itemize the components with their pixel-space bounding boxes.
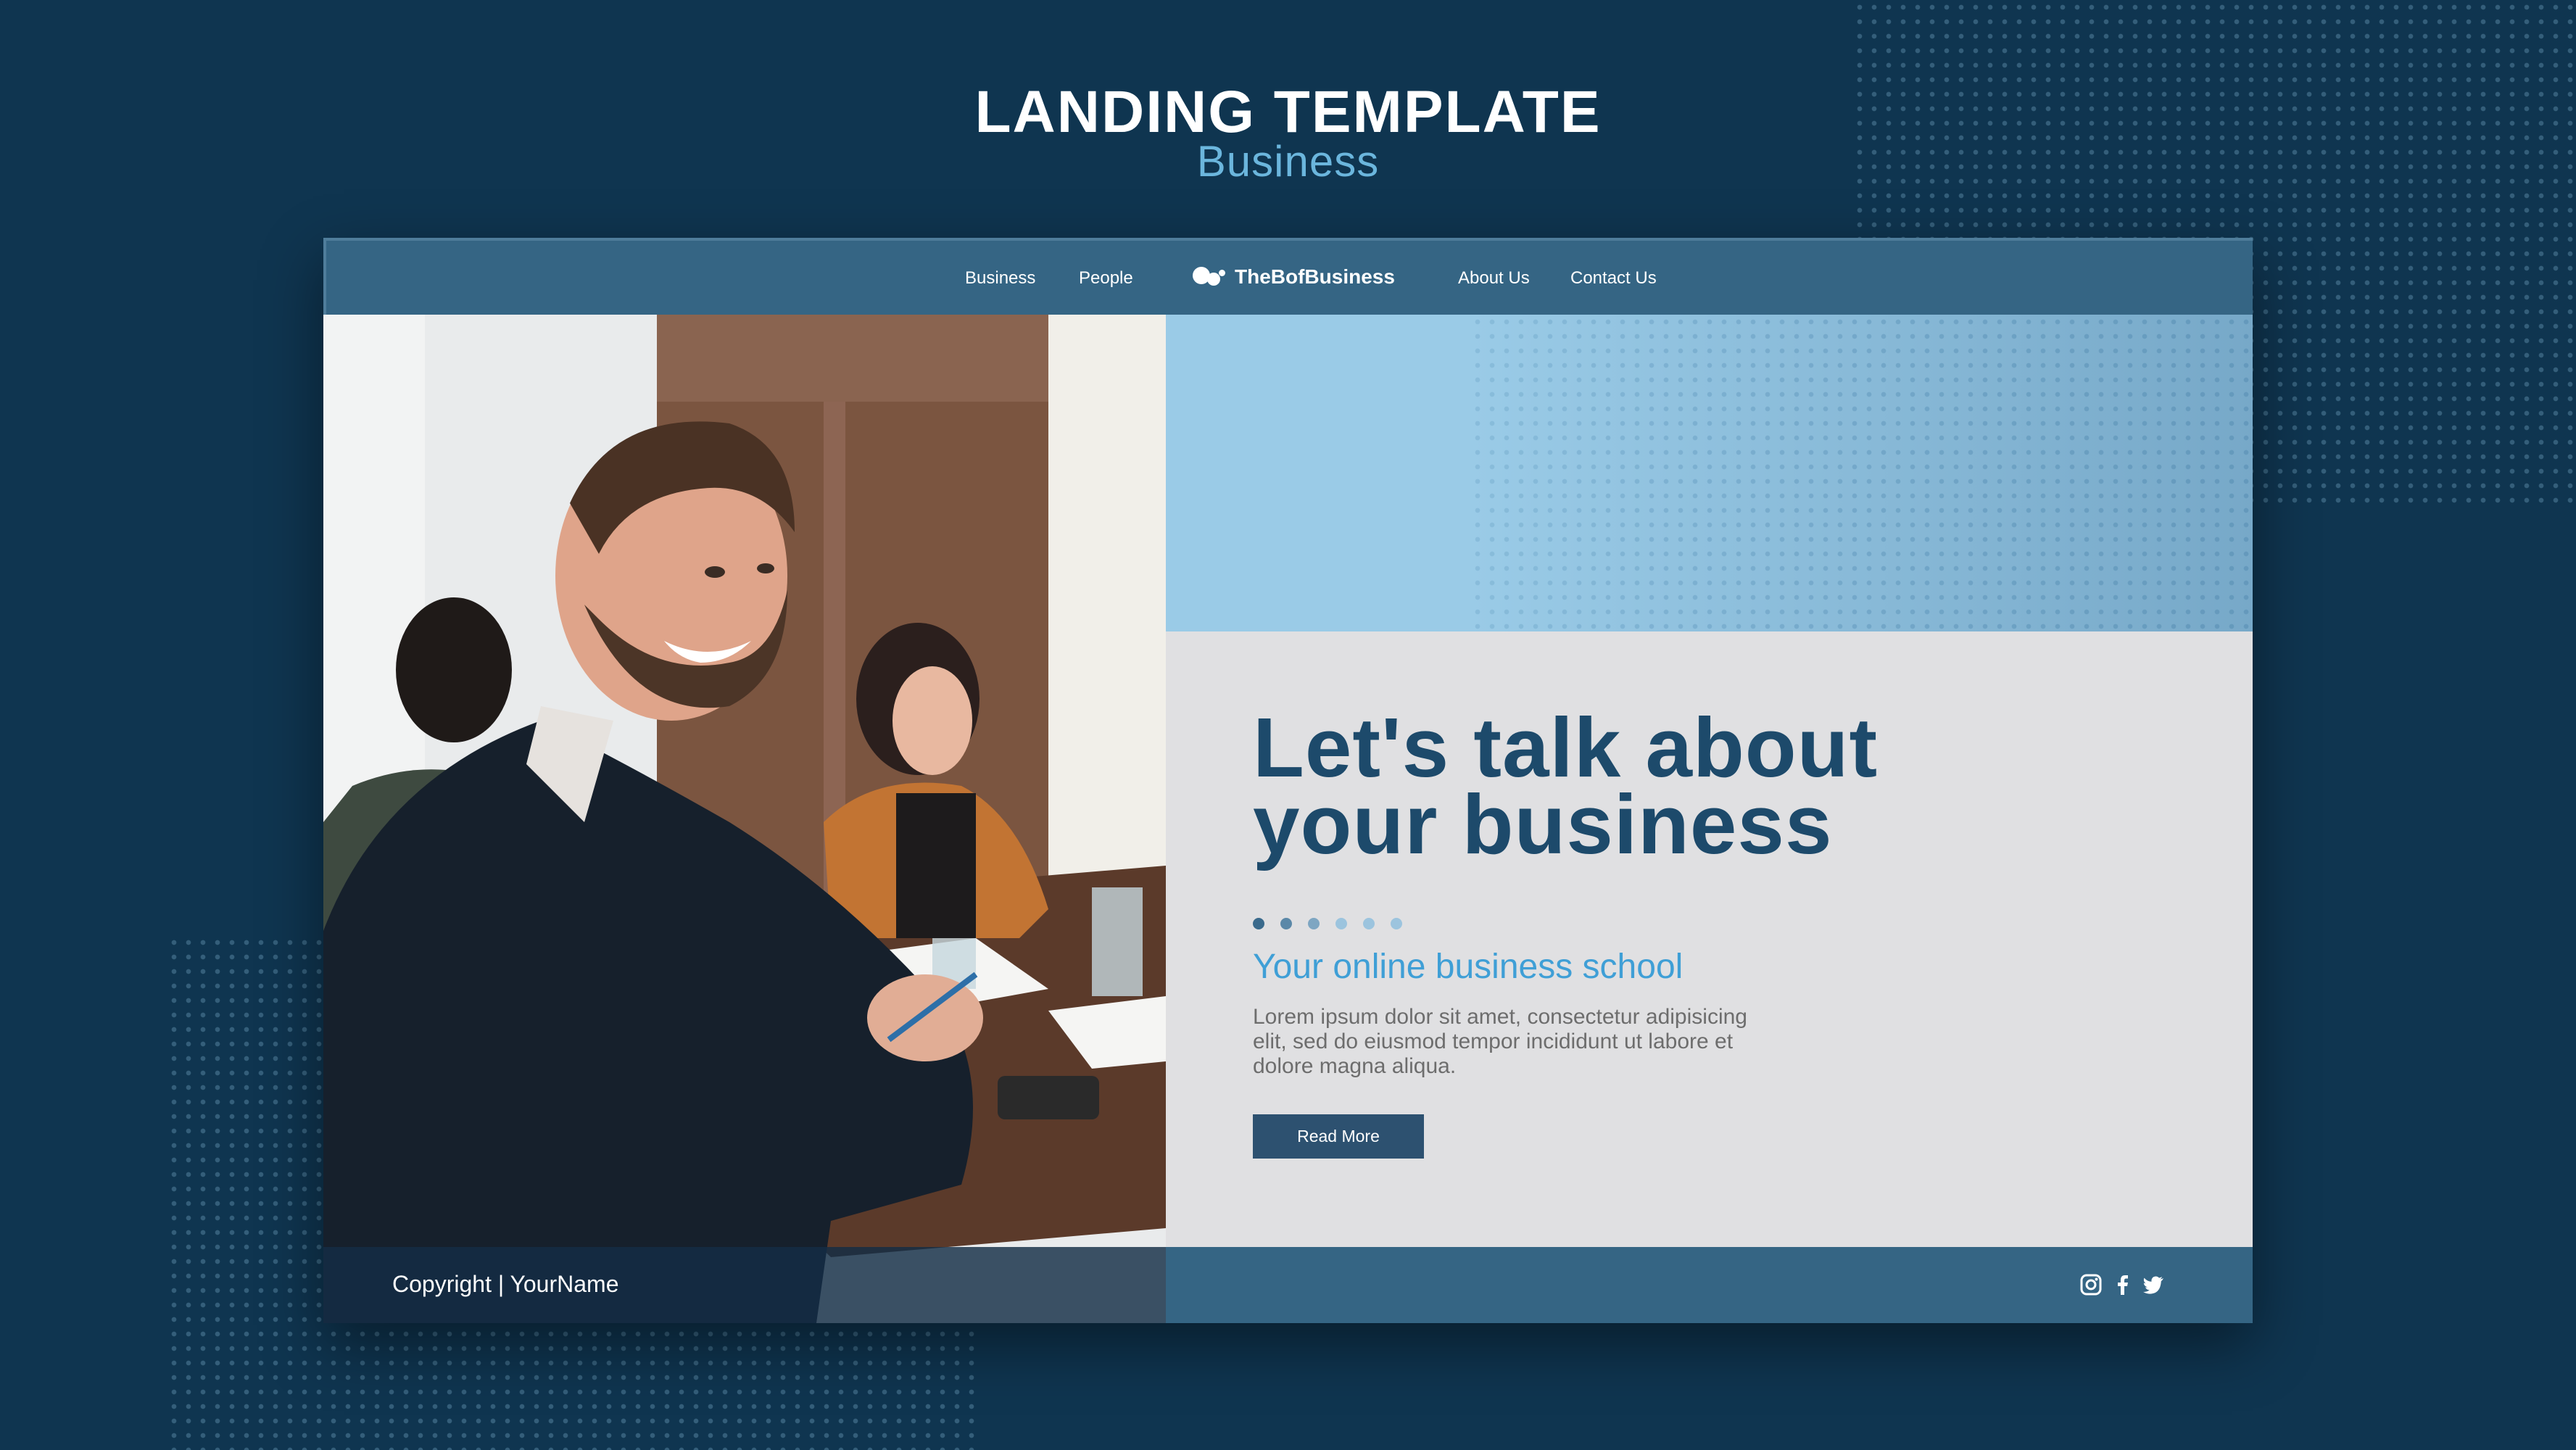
page-subtitle: Business: [1196, 137, 1380, 186]
pagination-dot[interactable]: [1363, 918, 1375, 929]
hero-description: Lorem ipsum dolor sit amet, consectetur …: [1253, 1005, 1747, 1078]
pagination-dot[interactable]: [1391, 918, 1402, 929]
instagram-icon[interactable]: [2079, 1273, 2103, 1296]
navbar: Business People TheBofBusiness About Us …: [323, 238, 2253, 315]
hero-photo: [323, 315, 1166, 1323]
landing-page-mockup: Business People TheBofBusiness About Us …: [323, 238, 2253, 1323]
pagination-dot[interactable]: [1280, 918, 1292, 929]
pagination-dot[interactable]: [1308, 918, 1320, 929]
copyright-text: Copyright | YourName: [392, 1271, 619, 1297]
read-more-button[interactable]: Read More: [1253, 1114, 1424, 1159]
carousel-pagination: [1253, 918, 1418, 929]
brand-name: TheBofBusiness: [1235, 265, 1395, 288]
facebook-icon[interactable]: [2111, 1273, 2134, 1296]
pagination-dot-active[interactable]: [1253, 918, 1264, 929]
brand-logo-icon: [1193, 265, 1226, 289]
hero-title-line: Let's talk about: [1253, 700, 1879, 795]
hero-title-line: your business: [1253, 777, 1833, 871]
pagination-dot[interactable]: [1335, 918, 1347, 929]
accent-block: [1166, 315, 2253, 631]
hero-subtitle: Your online business school: [1253, 948, 1683, 986]
nav-link-about-us[interactable]: About Us: [1458, 268, 1530, 289]
nav-link-business[interactable]: Business: [965, 268, 1035, 289]
brand[interactable]: TheBofBusiness: [1193, 265, 1395, 289]
twitter-icon[interactable]: [2142, 1273, 2165, 1296]
nav-link-contact-us[interactable]: Contact Us: [1570, 268, 1657, 289]
nav-link-people[interactable]: People: [1079, 268, 1133, 289]
hero-title: Let's talk about your business: [1253, 700, 2123, 871]
